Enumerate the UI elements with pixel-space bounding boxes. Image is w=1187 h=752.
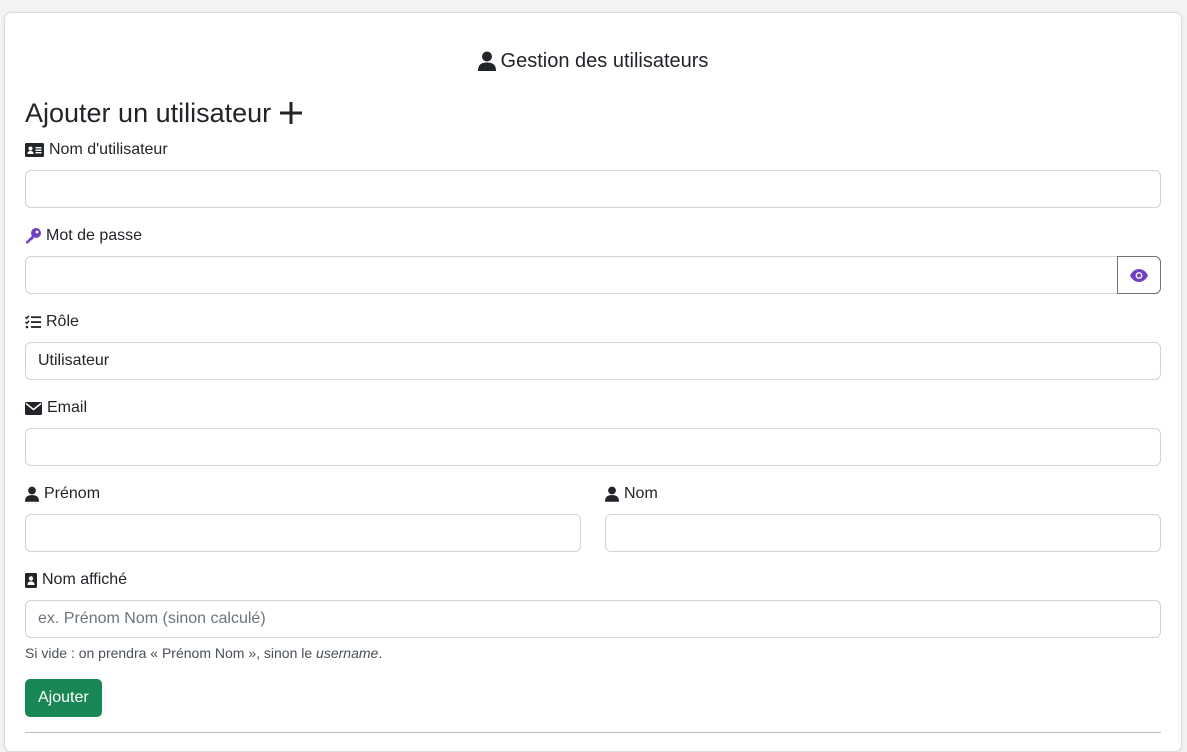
add-user-button[interactable]: Ajouter [25, 679, 102, 717]
page-title: Gestion des utilisateurs [500, 50, 709, 72]
user-icon [605, 486, 619, 502]
firstname-input[interactable] [25, 514, 581, 552]
user-icon [25, 486, 39, 502]
firstname-label: Prénom [25, 484, 100, 504]
email-input[interactable] [25, 428, 1161, 466]
page-header: Gestion des utilisateurs [5, 49, 1181, 73]
eye-icon [1130, 268, 1148, 282]
address-book-icon [25, 572, 37, 588]
display-name-label: Nom affiché [25, 570, 127, 590]
envelope-icon [25, 401, 42, 415]
id-card-icon [25, 143, 44, 157]
toggle-password-button[interactable] [1117, 256, 1161, 294]
key-icon [25, 228, 41, 244]
form-title-text: Ajouter un utilisateur [25, 98, 272, 128]
password-input[interactable] [25, 256, 1118, 294]
lastname-input[interactable] [605, 514, 1161, 552]
lastname-label: Nom [605, 484, 658, 504]
role-select[interactable] [25, 342, 1161, 380]
email-label: Email [25, 398, 87, 418]
password-label: Mot de passe [25, 226, 142, 246]
form-title: Ajouter un utilisateur [25, 97, 303, 129]
user-management-card: Gestion des utilisateurs Ajouter un util… [4, 12, 1182, 752]
divider [25, 732, 1161, 733]
username-input[interactable] [25, 170, 1161, 208]
username-label: Nom d'utilisateur [25, 140, 168, 160]
user-icon [477, 51, 496, 71]
role-label: Rôle [25, 312, 79, 332]
plus-icon [279, 101, 303, 125]
display-name-help: Si vide : on prendra « Prénom Nom », sin… [25, 645, 383, 661]
display-name-input[interactable] [25, 600, 1161, 638]
list-check-icon [25, 315, 41, 329]
